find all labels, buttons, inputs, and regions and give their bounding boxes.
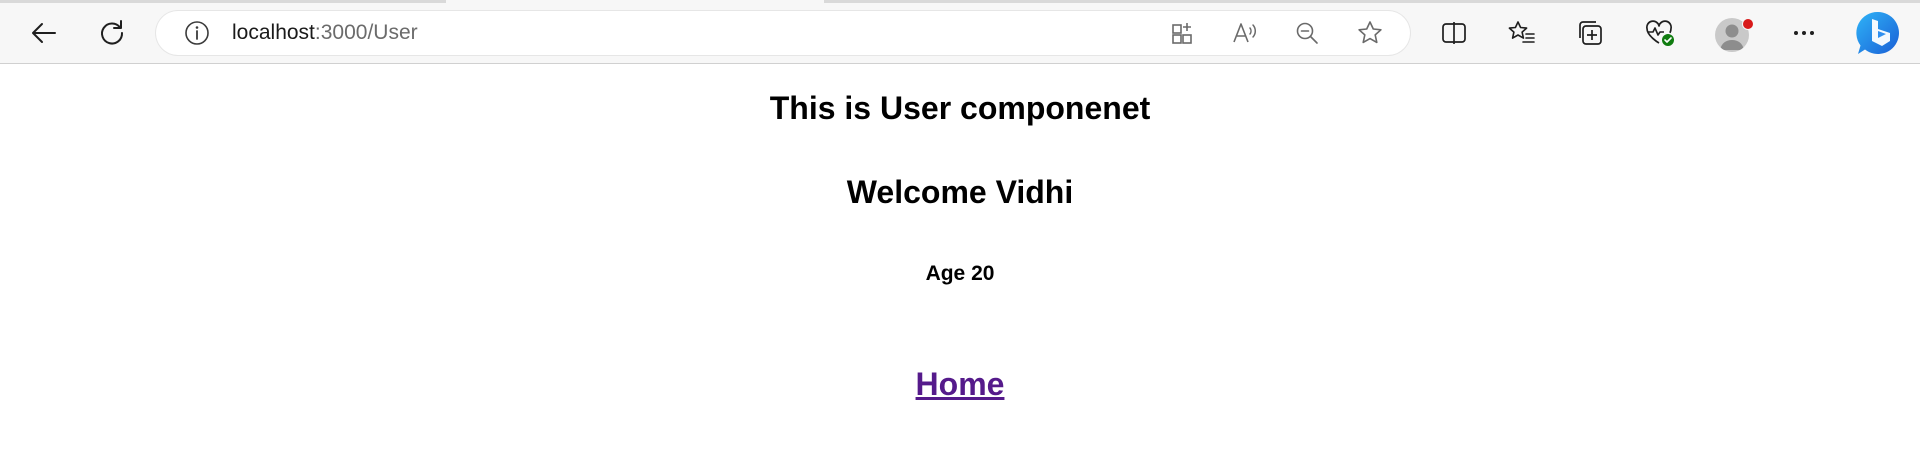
performance-button[interactable]	[1640, 13, 1680, 53]
zoom-out-icon	[1296, 22, 1318, 44]
more-button[interactable]	[1784, 13, 1824, 53]
ellipsis-icon	[1794, 31, 1814, 35]
favorite-button[interactable]	[1355, 18, 1385, 48]
address-bar[interactable]: localhost:3000/User	[156, 11, 1410, 55]
home-link[interactable]: Home	[916, 366, 1005, 402]
read-aloud-icon	[1233, 23, 1257, 43]
profile-notification-badge	[1742, 18, 1754, 30]
collections-button[interactable]	[1571, 13, 1611, 53]
read-aloud-button[interactable]	[1230, 18, 1260, 48]
heart-pulse-check-icon	[1646, 20, 1674, 46]
zoom-out-button[interactable]	[1292, 18, 1322, 48]
url-path: :3000/User	[314, 21, 418, 44]
profile-button[interactable]	[1712, 15, 1754, 55]
favorites-button[interactable]	[1502, 13, 1542, 53]
page-title: This is User componenet	[769, 90, 1151, 126]
url-host: localhost	[232, 21, 315, 44]
copilot-button[interactable]	[1854, 9, 1902, 57]
bing-copilot-icon	[1856, 11, 1899, 55]
page-content: This is User componenet Welcome Vidhi Ag…	[0, 64, 1920, 472]
age-heading: Age 20	[925, 262, 995, 285]
star-icon	[1358, 21, 1382, 44]
info-icon	[185, 21, 209, 45]
split-screen-icon	[1442, 22, 1466, 44]
refresh-button[interactable]	[92, 13, 132, 53]
split-screen-button[interactable]	[1434, 13, 1474, 53]
browser-toolbar: localhost:3000/User	[0, 3, 1920, 64]
arrow-left-icon	[32, 23, 56, 43]
back-button[interactable]	[24, 13, 64, 53]
refresh-icon	[101, 20, 124, 45]
home-link-heading: Home	[0, 366, 1920, 403]
collections-icon	[1579, 21, 1602, 45]
apps-button[interactable]	[1168, 18, 1198, 48]
grid-plus-icon	[1172, 23, 1192, 44]
welcome-heading: Welcome Vidhi	[846, 174, 1074, 210]
star-list-icon	[1508, 21, 1535, 43]
url-text[interactable]: localhost:3000/User	[232, 21, 418, 45]
site-info-button[interactable]	[182, 18, 212, 48]
